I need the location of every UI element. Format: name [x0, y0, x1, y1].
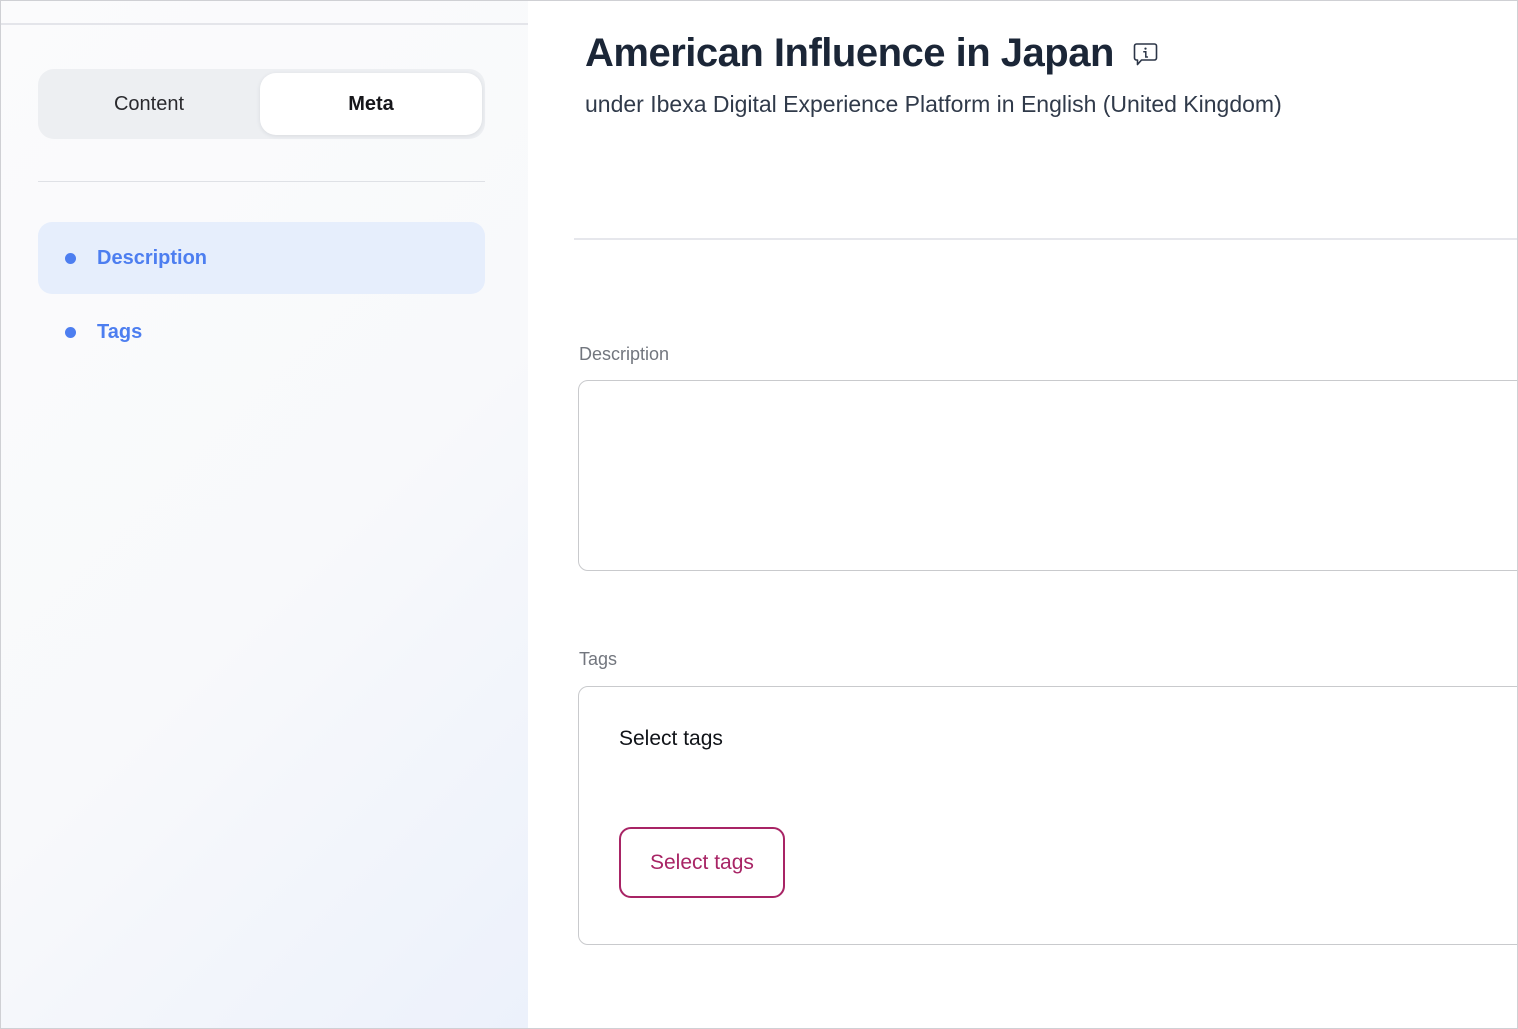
- tab-meta-label: Meta: [348, 93, 394, 116]
- sidebar-item-label: Description: [97, 247, 207, 270]
- sidebar-body: Content Meta Description Tags: [1, 25, 528, 368]
- tab-content-label: Content: [114, 93, 184, 116]
- description-field-label: Description: [579, 344, 1517, 365]
- tags-field-label: Tags: [579, 649, 1517, 670]
- sidebar-item-description[interactable]: Description: [38, 222, 485, 294]
- tab-meta[interactable]: Meta: [260, 73, 482, 135]
- tags-box-label: Select tags: [619, 727, 1517, 751]
- tags-field-box: Select tags Select tags: [578, 686, 1517, 945]
- page-title: American Influence in Japan: [585, 31, 1114, 75]
- sidebar-topbar: [1, 1, 528, 25]
- select-tags-button[interactable]: Select tags: [619, 827, 785, 898]
- main-content: American Influence in Japan under Ibexa …: [528, 1, 1517, 1028]
- info-bubble-icon[interactable]: [1132, 41, 1159, 73]
- sidebar: Content Meta Description Tags: [1, 1, 528, 1028]
- sidebar-item-tags[interactable]: Tags: [38, 296, 485, 368]
- content-meta-switcher: Content Meta: [38, 69, 485, 139]
- sidebar-divider: [38, 181, 485, 182]
- page-subtitle: under Ibexa Digital Experience Platform …: [585, 91, 1517, 118]
- title-row: American Influence in Japan: [585, 31, 1517, 75]
- main-divider: [574, 238, 1517, 240]
- tab-content[interactable]: Content: [38, 69, 260, 139]
- bullet-icon: [65, 253, 76, 264]
- content-edit-screen: Content Meta Description Tags American I…: [0, 0, 1518, 1029]
- bullet-icon: [65, 327, 76, 338]
- description-textarea[interactable]: [578, 380, 1517, 571]
- sidebar-item-label: Tags: [97, 321, 142, 344]
